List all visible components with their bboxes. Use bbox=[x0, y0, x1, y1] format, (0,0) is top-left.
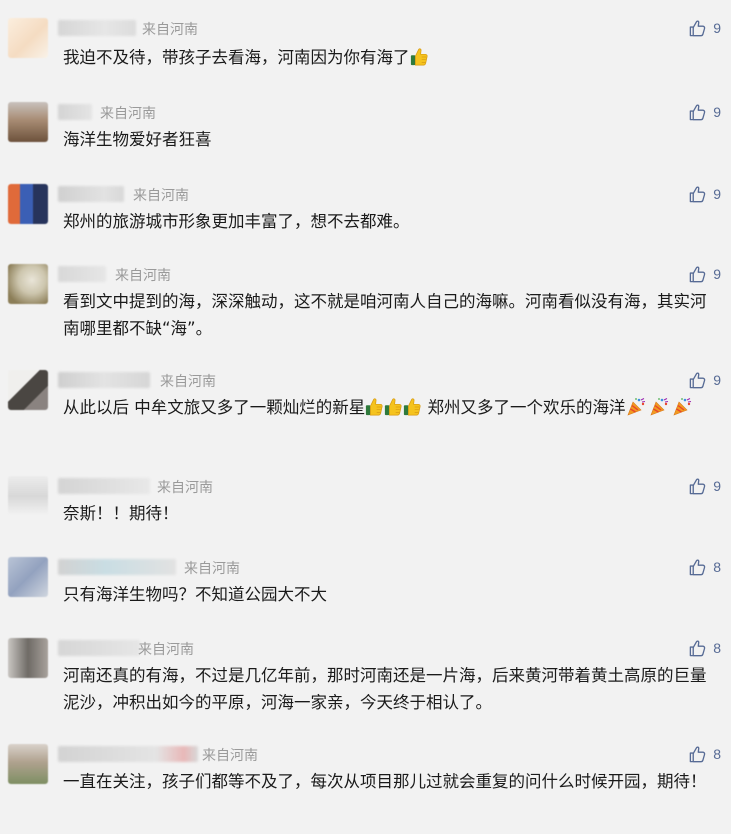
like-count: 9 bbox=[713, 186, 721, 202]
location-label: 来自河南 bbox=[138, 642, 194, 658]
party-popper-emoji-icon bbox=[626, 397, 646, 417]
comment-text-part-2: 郑州又多了一个欢乐的海洋 bbox=[422, 398, 626, 417]
like-count: 9 bbox=[713, 372, 721, 388]
nickname-blurred[interactable] bbox=[58, 20, 136, 36]
comment-text: 河南还真的有海，不过是几亿年前，那时河南还是一片海，后来黄河带着黄土高原的巨量泥… bbox=[63, 666, 707, 712]
like-count: 9 bbox=[713, 478, 721, 494]
like-button[interactable]: 9 bbox=[688, 264, 721, 284]
nickname-blurred[interactable] bbox=[58, 186, 124, 202]
like-button[interactable]: 9 bbox=[688, 184, 721, 204]
comment-text: 一直在关注，孩子们都等不及了，每次从项目那儿过就会重复的问什么时候开园，期待！ bbox=[63, 772, 707, 791]
comment-text-body: 我迫不及待，带孩子去看海，河南因为你有海了 bbox=[63, 48, 410, 67]
thumbs-up-emoji-icon bbox=[410, 47, 428, 67]
thumbs-up-icon bbox=[688, 371, 707, 390]
location-label: 来自河南 bbox=[133, 188, 189, 204]
location-label: 来自河南 bbox=[157, 480, 213, 496]
thumbs-up-emoji-icon bbox=[365, 397, 383, 417]
nickname-blurred[interactable] bbox=[58, 559, 176, 575]
like-button[interactable]: 9 bbox=[688, 476, 721, 496]
like-count: 9 bbox=[713, 20, 721, 36]
like-count: 8 bbox=[713, 559, 721, 575]
nickname-blurred[interactable] bbox=[58, 372, 150, 388]
location-label: 来自河南 bbox=[100, 106, 156, 122]
thumbs-up-icon bbox=[688, 185, 707, 204]
thumbs-up-icon bbox=[688, 265, 707, 284]
avatar[interactable] bbox=[8, 557, 48, 597]
comment-text: 郑州的旅游城市形象更加丰富了，想不去都难。 bbox=[63, 212, 410, 231]
avatar[interactable] bbox=[8, 638, 48, 678]
like-button[interactable]: 9 bbox=[688, 370, 721, 390]
like-button[interactable]: 8 bbox=[688, 744, 721, 764]
comment-text: 从此以后 中牟文旅又多了一颗灿烂的新星 郑州又多了一个欢乐的海洋 bbox=[63, 394, 715, 421]
party-popper-emoji-icon bbox=[649, 397, 669, 417]
comment-text: 我迫不及待，带孩子去看海，河南因为你有海了 bbox=[63, 44, 715, 71]
comment-text: 看到文中提到的海，深深触动，这不就是咱河南人自己的海嘛。河南看似没有海，其实河南… bbox=[63, 292, 707, 338]
nickname-blurred[interactable] bbox=[58, 478, 150, 494]
avatar[interactable] bbox=[8, 184, 48, 224]
avatar[interactable] bbox=[8, 476, 48, 516]
location-label: 来自河南 bbox=[115, 268, 171, 284]
location-label: 来自河南 bbox=[142, 22, 198, 38]
comment-text: 奈斯！！期待！ bbox=[63, 504, 179, 523]
avatar[interactable] bbox=[8, 264, 48, 304]
party-popper-emoji-icon bbox=[672, 397, 692, 417]
location-label: 来自河南 bbox=[202, 748, 258, 764]
like-count: 8 bbox=[713, 640, 721, 656]
nickname-blurred[interactable] bbox=[58, 640, 140, 656]
nickname-blurred[interactable] bbox=[58, 746, 198, 762]
thumbs-up-emoji-icon bbox=[384, 397, 402, 417]
thumbs-up-emoji-icon bbox=[403, 397, 421, 417]
comment-text: 海洋生物爱好者狂喜 bbox=[63, 130, 212, 149]
avatar[interactable] bbox=[8, 744, 48, 784]
thumbs-up-icon bbox=[688, 19, 707, 38]
thumbs-up-icon bbox=[688, 477, 707, 496]
comment-text-part-1: 从此以后 中牟文旅又多了一颗灿烂的新星 bbox=[63, 398, 366, 417]
thumbs-up-icon bbox=[688, 103, 707, 122]
location-label: 来自河南 bbox=[184, 561, 240, 577]
like-count: 9 bbox=[713, 266, 721, 282]
thumbs-up-icon bbox=[688, 639, 707, 658]
like-button[interactable]: 8 bbox=[688, 557, 721, 577]
like-count: 8 bbox=[713, 746, 721, 762]
like-button[interactable]: 8 bbox=[688, 638, 721, 658]
nickname-blurred[interactable] bbox=[58, 266, 106, 282]
comment-text: 只有海洋生物吗？不知道公园大不大 bbox=[63, 585, 327, 604]
avatar[interactable] bbox=[8, 102, 48, 142]
like-count: 9 bbox=[713, 104, 721, 120]
avatar[interactable] bbox=[8, 370, 48, 410]
thumbs-up-icon bbox=[688, 558, 707, 577]
like-button[interactable]: 9 bbox=[688, 102, 721, 122]
avatar[interactable] bbox=[8, 18, 48, 58]
nickname-blurred[interactable] bbox=[58, 104, 92, 120]
thumbs-up-icon bbox=[688, 745, 707, 764]
like-button[interactable]: 9 bbox=[688, 18, 721, 38]
location-label: 来自河南 bbox=[160, 374, 216, 390]
